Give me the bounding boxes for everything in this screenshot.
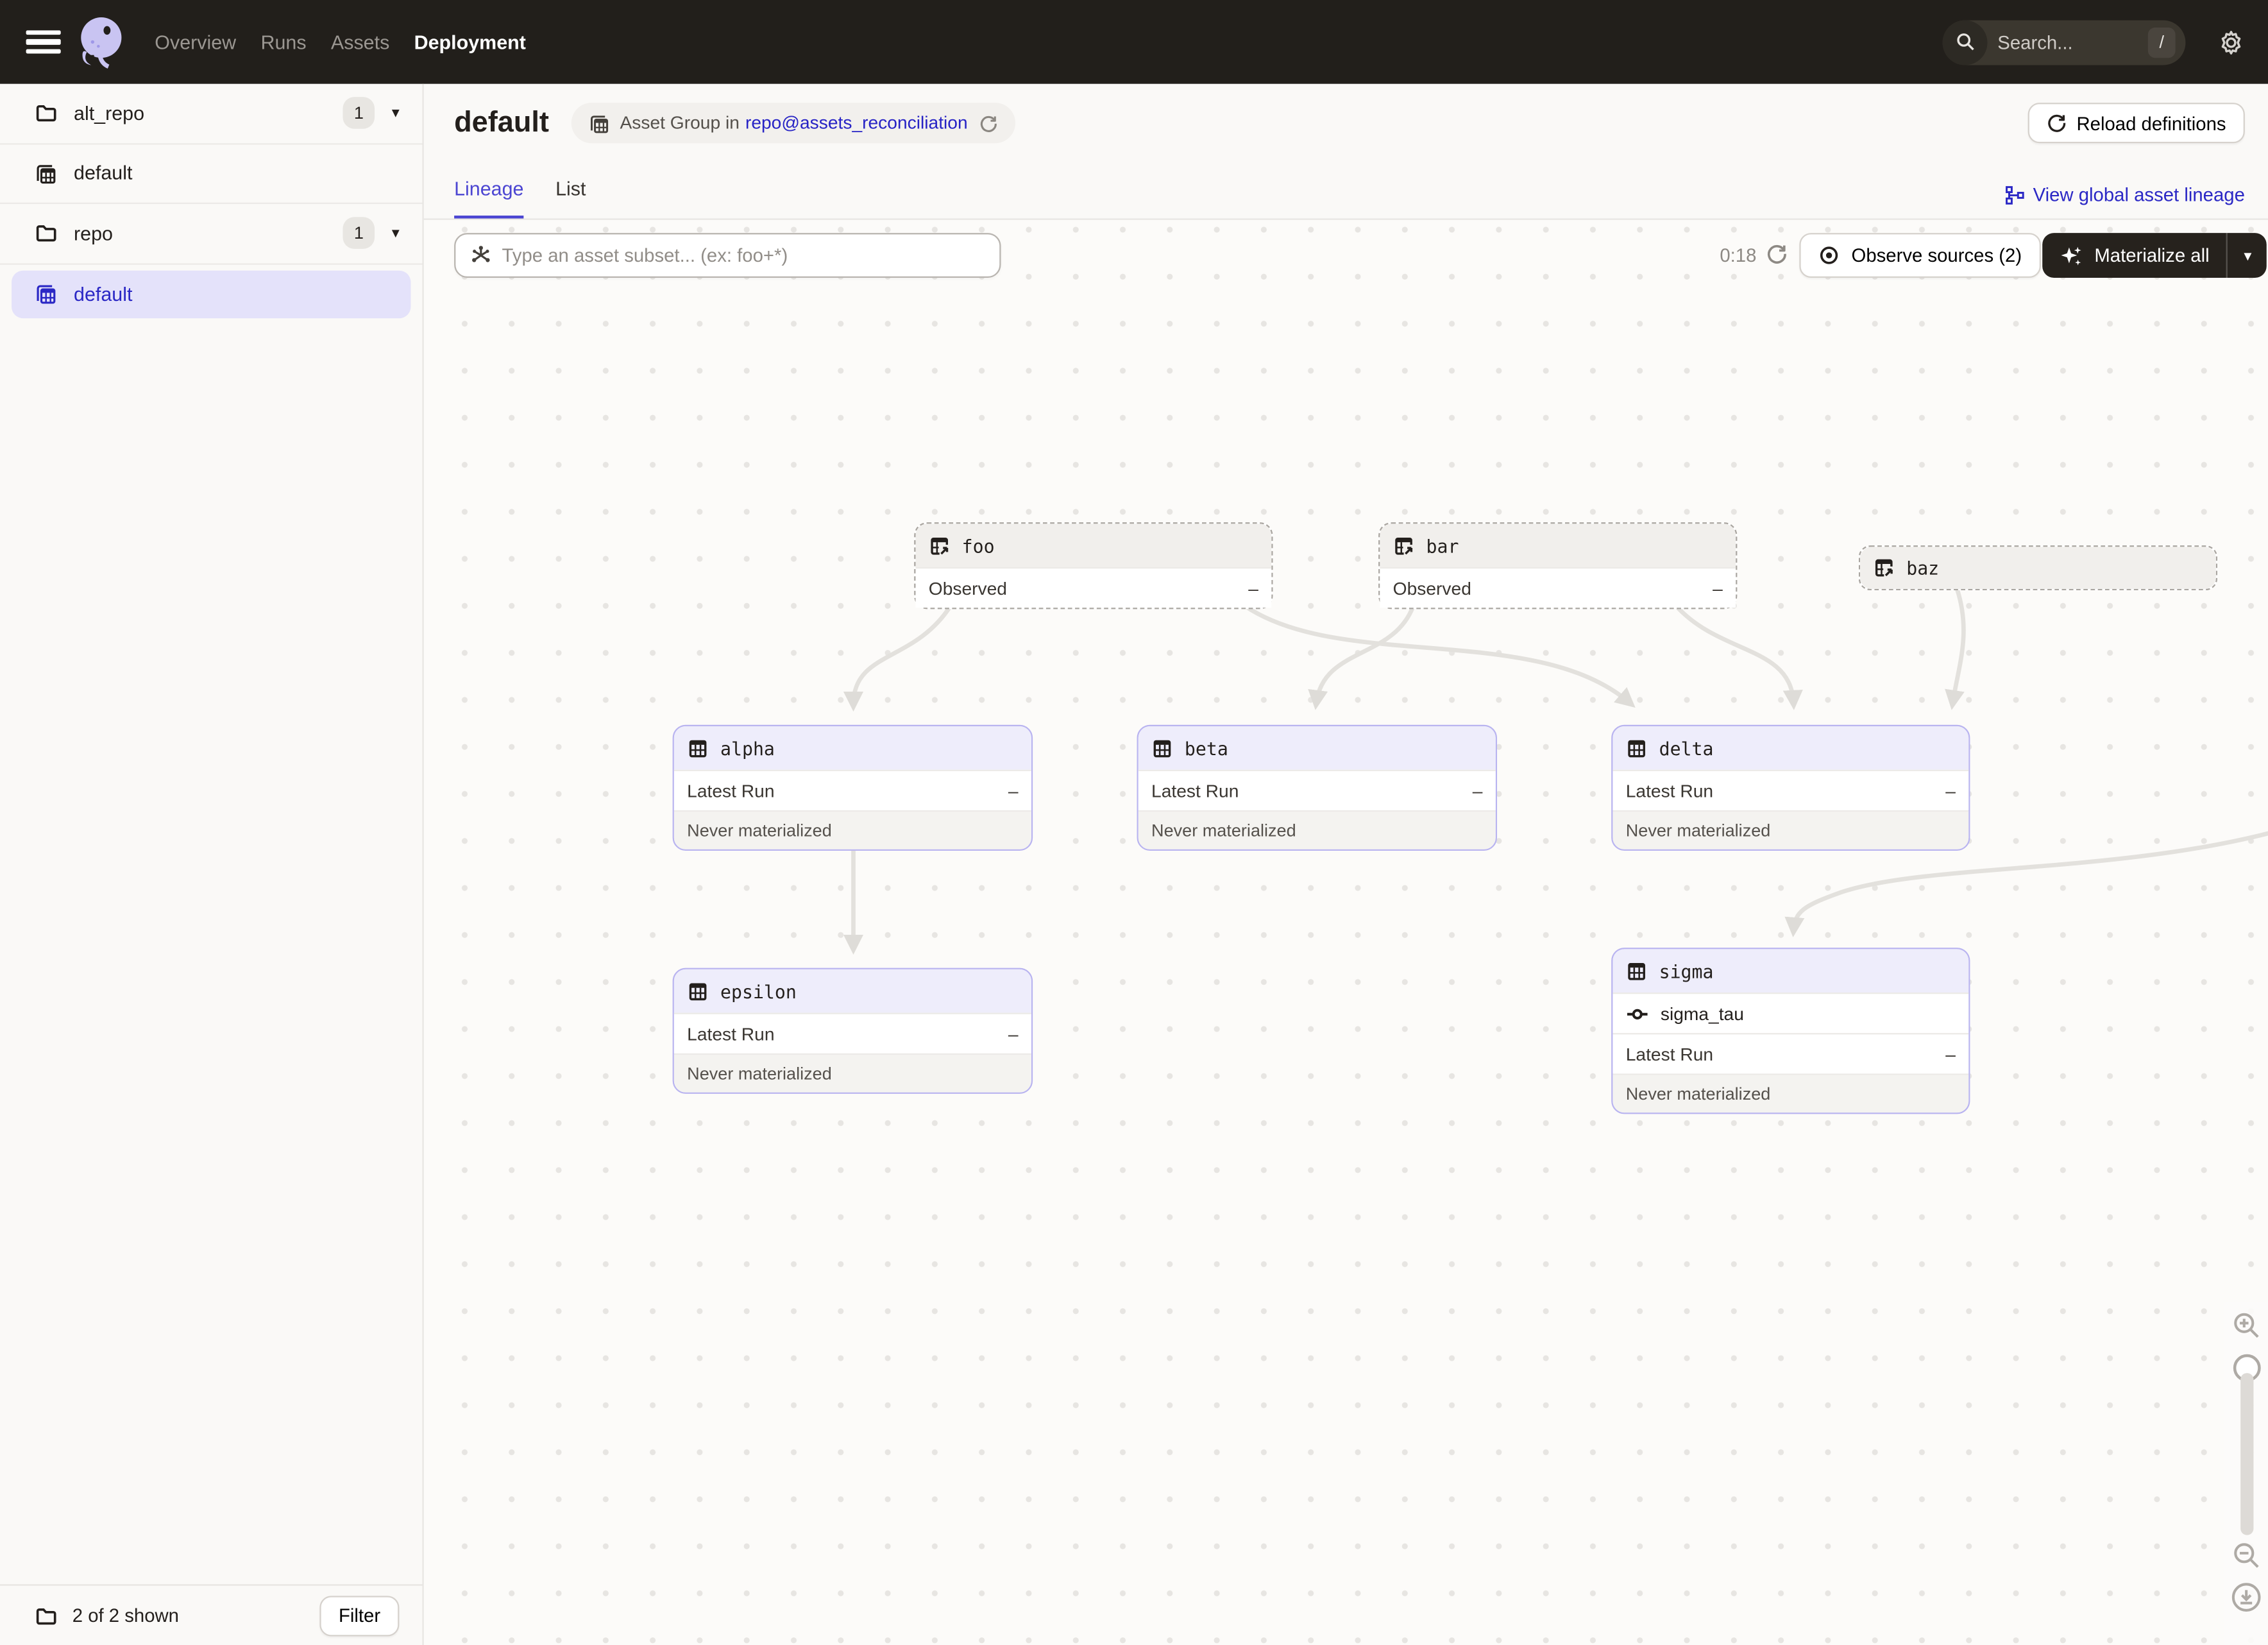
zoom-out-icon[interactable] — [2232, 1541, 2261, 1570]
materialize-all-split-button: Materialize all ▼ — [2042, 233, 2267, 278]
asset-name: sigma — [1659, 960, 1714, 982]
dagster-app: Overview Runs Assets Deployment Search..… — [0, 0, 2268, 1645]
sidebar-item-repo[interactable]: repo 1 ▼ — [0, 204, 422, 264]
materialization-status: Never materialized — [1138, 810, 1496, 849]
sidebar-item-default-alt[interactable]: default — [0, 144, 422, 204]
materialization-status: Never materialized — [674, 810, 1031, 849]
table-asset-icon — [1626, 737, 1648, 759]
check-name: sigma_tau — [1661, 1003, 1744, 1024]
sidebar: alt_repo 1 ▼ default repo 1 ▼ — [0, 84, 424, 1645]
repo-link[interactable]: repo@assets_reconciliation — [745, 113, 968, 133]
dagster-logo-icon[interactable] — [72, 13, 130, 71]
tab-list[interactable]: List — [555, 178, 586, 218]
chevron-down-icon[interactable]: ▼ — [389, 106, 402, 121]
table-asset-icon — [687, 980, 709, 1002]
reload-definitions-button[interactable]: Reload definitions — [2027, 103, 2245, 143]
tab-lineage[interactable]: Lineage — [454, 178, 523, 218]
sidebar-item-label: default — [74, 162, 402, 184]
asset-name: baz — [1906, 557, 1939, 579]
asset-node-foo[interactable]: foo Observed– — [914, 522, 1273, 609]
materialization-status: Never materialized — [674, 1053, 1031, 1093]
view-global-asset-lineage-link[interactable]: View global asset lineage — [2004, 183, 2244, 205]
gear-icon[interactable] — [2217, 28, 2245, 56]
sparkle-icon — [2060, 244, 2083, 267]
source-asset-icon — [929, 534, 951, 556]
zoom-controls — [2224, 1302, 2268, 1645]
view-tabs: Lineage List — [454, 178, 586, 218]
refresh-icon — [2046, 113, 2067, 133]
asset-name: epsilon — [720, 980, 797, 1002]
materialize-all-button[interactable]: Materialize all — [2042, 233, 2226, 278]
materialization-status: Never materialized — [1612, 1073, 1968, 1112]
observe-icon — [1818, 244, 1840, 266]
nav-item-runs[interactable]: Runs — [261, 31, 307, 53]
table-asset-icon — [1151, 737, 1173, 759]
top-nav: Overview Runs Assets Deployment Search..… — [0, 0, 2268, 84]
search-shortcut-badge: / — [2148, 27, 2176, 57]
nav-links: Overview Runs Assets Deployment — [155, 31, 526, 53]
asset-node-baz[interactable]: baz — [1859, 545, 2217, 590]
refresh-icon[interactable] — [979, 114, 998, 132]
tag-prefix: Asset Group in — [620, 113, 739, 133]
lineage-canvas[interactable] — [424, 220, 2268, 1645]
search-input[interactable]: Search... / — [1943, 19, 2186, 64]
nav-item-overview[interactable]: Overview — [155, 31, 236, 53]
refresh-icon[interactable] — [1766, 243, 1788, 265]
table-asset-icon — [687, 737, 709, 759]
filter-button[interactable]: Filter — [320, 1595, 400, 1635]
table-asset-icon — [1626, 960, 1648, 982]
asset-check-icon — [1626, 1002, 1649, 1025]
asset-name: alpha — [720, 737, 775, 759]
asset-group-icon — [35, 282, 58, 305]
materialize-options-caret[interactable]: ▼ — [2228, 233, 2267, 278]
sidebar-item-label: repo — [74, 223, 343, 244]
observe-sources-button[interactable]: Observe sources (2) — [1799, 233, 2040, 278]
search-placeholder: Search... — [1997, 31, 2148, 53]
refresh-timer: 0:18 — [1720, 244, 1756, 266]
folder-icon — [35, 1604, 58, 1627]
materialization-status: Never materialized — [1612, 810, 1968, 849]
folder-icon — [35, 222, 58, 245]
chevron-down-icon[interactable]: ▼ — [389, 226, 402, 241]
zoom-in-icon[interactable] — [2232, 1311, 2261, 1340]
search-icon — [1943, 19, 1988, 64]
asset-group-icon — [35, 162, 58, 185]
nav-item-assets[interactable]: Assets — [331, 31, 389, 53]
hamburger-menu-icon[interactable] — [26, 30, 61, 54]
asset-name: bar — [1426, 534, 1459, 556]
sidebar-item-label: default — [74, 283, 387, 305]
page-title: default — [454, 107, 549, 140]
asset-subset-input[interactable]: Type an asset subset... (ex: foo+*) — [454, 233, 1001, 278]
asset-node-sigma[interactable]: sigma sigma_tau Latest Run– Never materi… — [1611, 948, 1970, 1114]
asset-node-bar[interactable]: bar Observed– — [1378, 522, 1737, 609]
sidebar-item-alt-repo[interactable]: alt_repo 1 ▼ — [0, 84, 422, 144]
folder-icon — [35, 101, 58, 124]
sidebar-item-default-selected[interactable]: default — [0, 264, 422, 325]
asset-name: delta — [1659, 737, 1714, 759]
asset-name: foo — [962, 534, 995, 556]
zoom-slider-track[interactable] — [2240, 1373, 2253, 1535]
asset-selection-icon — [470, 244, 492, 266]
asset-group-icon — [588, 112, 610, 134]
asset-group-tag: Asset Group in repo@assets_reconciliatio… — [571, 103, 1015, 143]
source-asset-icon — [1873, 557, 1895, 579]
nav-item-deployment[interactable]: Deployment — [414, 31, 526, 53]
asset-node-alpha[interactable]: alpha Latest Run– Never materialized — [673, 725, 1033, 851]
shown-count-label: 2 of 2 shown — [72, 1605, 320, 1626]
sidebar-footer: 2 of 2 shown Filter — [0, 1584, 422, 1645]
sidebar-item-label: alt_repo — [74, 103, 343, 124]
count-badge: 1 — [343, 98, 375, 130]
asset-node-delta[interactable]: delta Latest Run– Never materialized — [1611, 725, 1970, 851]
asset-name: beta — [1185, 737, 1228, 759]
count-badge: 1 — [343, 217, 375, 250]
asset-node-beta[interactable]: beta Latest Run– Never materialized — [1137, 725, 1498, 851]
subset-placeholder: Type an asset subset... (ex: foo+*) — [502, 244, 788, 266]
fit-view-icon[interactable] — [2230, 1581, 2262, 1614]
lineage-graph-icon — [2004, 185, 2024, 205]
asset-check-row[interactable]: sigma_tau — [1612, 993, 1968, 1033]
source-asset-icon — [1393, 534, 1415, 556]
asset-node-epsilon[interactable]: epsilon Latest Run– Never materialized — [673, 968, 1033, 1094]
main-header: default Asset Group in repo@assets_recon… — [424, 84, 2268, 220]
